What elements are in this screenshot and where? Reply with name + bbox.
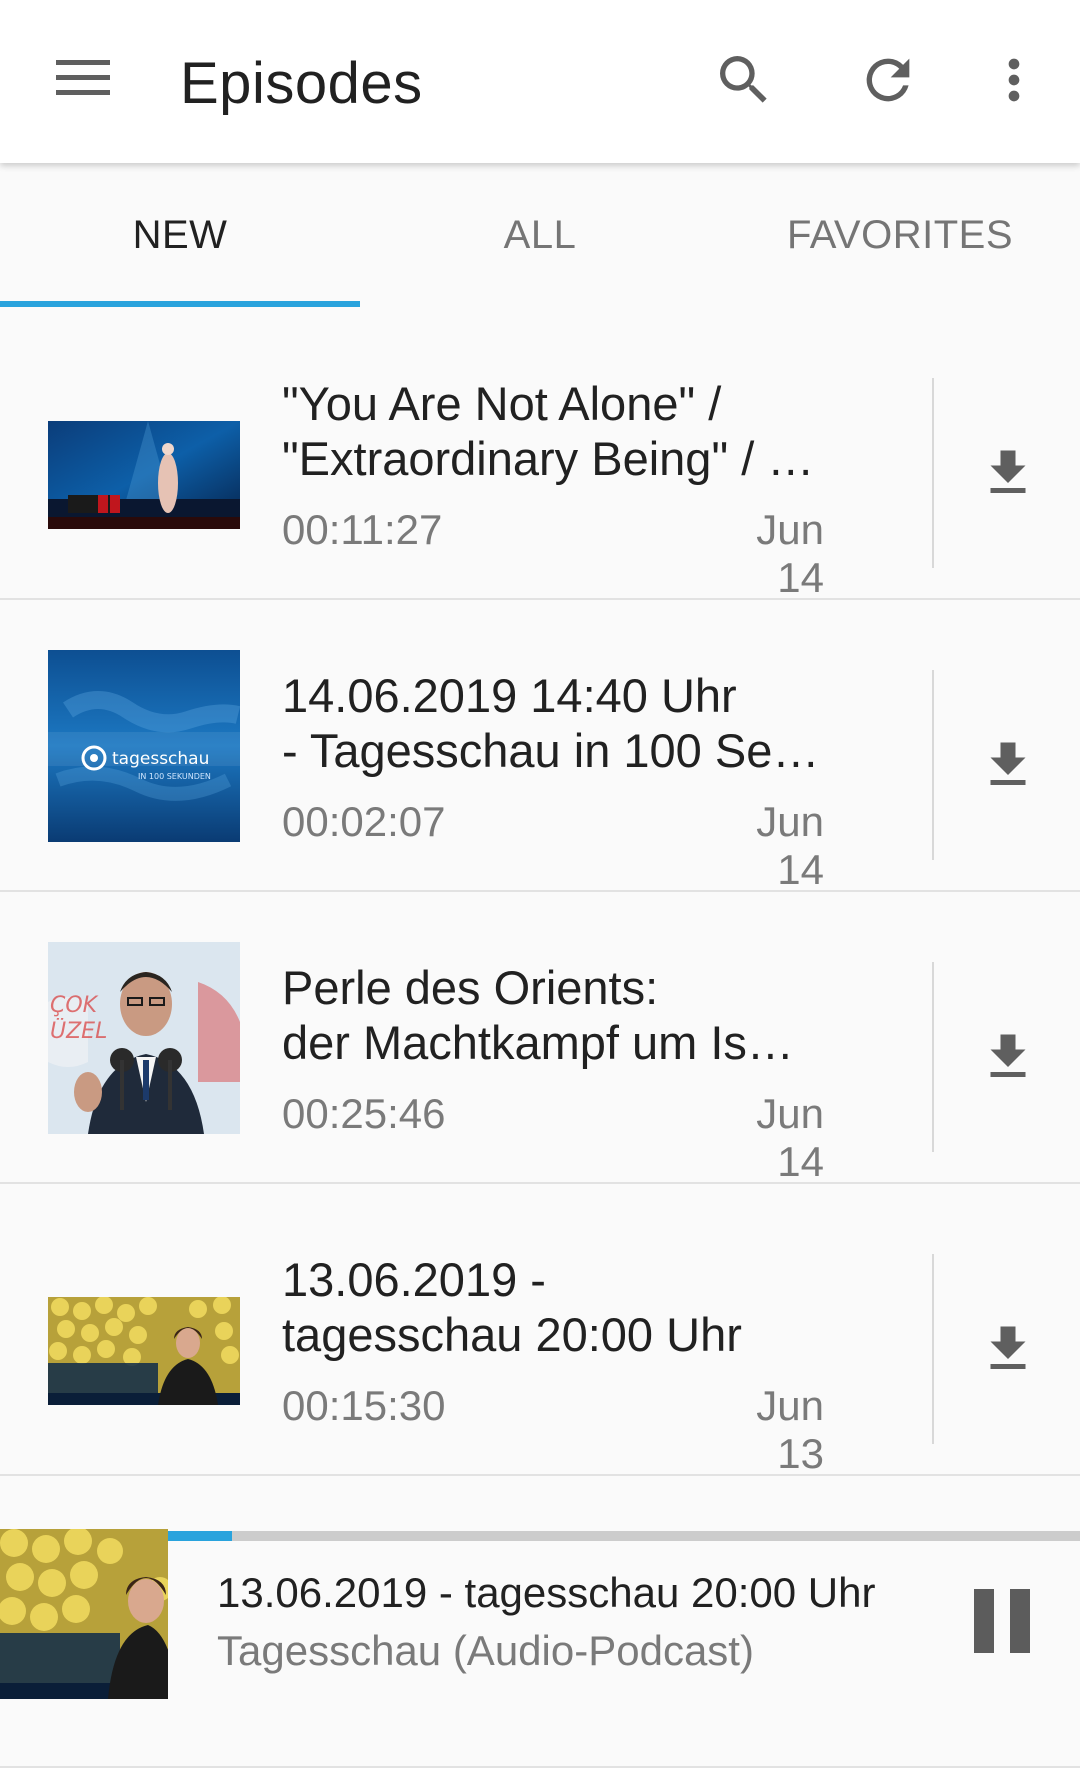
- episode-title-line: - Tagesschau in 100 Se…: [282, 724, 820, 777]
- thumb-subtitle: IN 100 SEKUNDEN: [138, 772, 211, 781]
- episode-title: Perle des Orients: der Machtkampf um Is…: [282, 960, 822, 1070]
- episode-row[interactable]: tagesschau IN 100 SEKUNDEN 14.06.2019 14…: [0, 600, 1080, 893]
- tab-bar: NEW ALL FAVORITES: [0, 163, 1080, 308]
- episode-duration: 00:25:46: [282, 1090, 446, 1137]
- tab-favorites[interactable]: FAVORITES: [720, 163, 1080, 308]
- tab-indicator: [0, 301, 360, 307]
- episode-date: Jun 14: [756, 506, 824, 601]
- episode-title: 14.06.2019 14:40 Uhr - Tagesschau in 100…: [282, 668, 822, 778]
- episode-thumbnail: tagesschau IN 100 SEKUNDEN: [48, 650, 240, 842]
- episode-date: Jun 14: [756, 1090, 824, 1185]
- episode-title-line: Perle des Orients:: [282, 961, 659, 1014]
- tab-all[interactable]: ALL: [360, 163, 720, 308]
- divider: [932, 962, 934, 1152]
- episode-title-line: der Machtkampf um Is…: [282, 1016, 794, 1069]
- episode-thumbnail: ÇOK ÜZEL: [48, 942, 240, 1134]
- now-playing-thumbnail: [0, 1529, 168, 1699]
- tab-new[interactable]: NEW: [0, 163, 360, 308]
- page-title: Episodes: [180, 51, 423, 116]
- episode-title-line: "Extraordinary Being" / …: [282, 432, 815, 485]
- svg-text:ÇOK: ÇOK: [50, 993, 99, 1018]
- episode-row[interactable]: 13.06.2019 - tagesschau 20:00 Uhr 00:15:…: [0, 1184, 1080, 1477]
- download-icon[interactable]: [978, 1319, 1038, 1379]
- episode-row[interactable]: ÇOK ÜZEL Perle des Orients: der Machtkam…: [0, 892, 1080, 1185]
- episode-duration: 00:02:07: [282, 798, 446, 845]
- episode-title-line: "You Are Not Alone" /: [282, 377, 722, 430]
- more-vert-icon[interactable]: [982, 48, 1046, 112]
- episode-title-line: 13.06.2019 -: [282, 1253, 546, 1306]
- pause-icon[interactable]: [974, 1589, 1030, 1653]
- episode-thumbnail: [48, 421, 240, 529]
- divider: [932, 670, 934, 860]
- now-playing-podcast: Tagesschau (Audio-Podcast): [217, 1627, 754, 1674]
- divider: [932, 1254, 934, 1444]
- download-icon[interactable]: [978, 1027, 1038, 1087]
- svg-text:ÜZEL: ÜZEL: [50, 1018, 107, 1044]
- mini-player[interactable]: 13.06.2019 - tagesschau 20:00 Uhr Tagess…: [0, 1529, 1080, 1699]
- episode-row[interactable]: "You Are Not Alone" / "Extraordinary Bei…: [0, 308, 1080, 601]
- download-icon[interactable]: [978, 735, 1038, 795]
- episode-title-line: 14.06.2019 14:40 Uhr: [282, 669, 737, 722]
- now-playing-title: 13.06.2019 - tagesschau 20:00 Uhr: [217, 1569, 876, 1616]
- episode-title: 13.06.2019 - tagesschau 20:00 Uhr: [282, 1252, 822, 1362]
- divider: [932, 378, 934, 568]
- menu-icon[interactable]: [52, 58, 112, 98]
- episode-duration: 00:15:30: [282, 1382, 446, 1429]
- thumb-brand: tagesschau: [112, 749, 209, 769]
- app-bar: Episodes: [0, 0, 1080, 163]
- playback-progress-bar[interactable]: [168, 1531, 1080, 1541]
- episode-date: Jun 14: [756, 798, 824, 893]
- episode-date: Jun 13: [756, 1382, 824, 1477]
- refresh-icon[interactable]: [856, 48, 920, 112]
- episode-thumbnail: [48, 1297, 240, 1405]
- download-icon[interactable]: [978, 443, 1038, 503]
- search-icon[interactable]: [712, 48, 776, 112]
- episode-duration: 00:11:27: [282, 506, 443, 553]
- playback-progress-fill: [168, 1531, 232, 1541]
- episode-title: "You Are Not Alone" / "Extraordinary Bei…: [282, 376, 822, 486]
- episode-title-line: tagesschau 20:00 Uhr: [282, 1308, 742, 1361]
